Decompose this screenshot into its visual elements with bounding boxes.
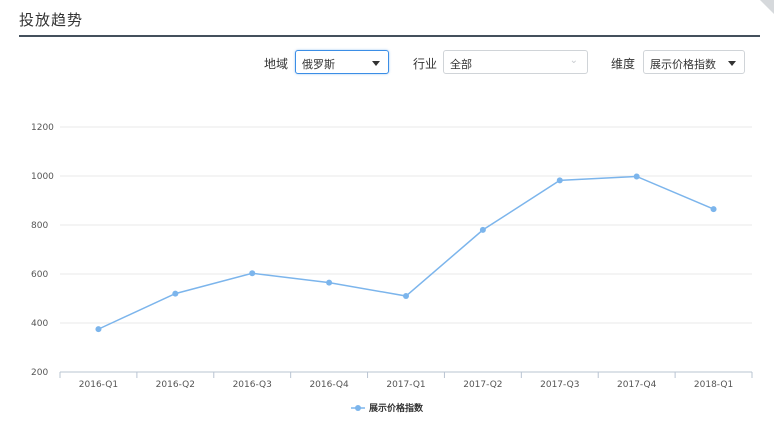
data-point (249, 270, 256, 277)
series-line (98, 175, 714, 330)
x-tick-label: 2017-Q4 (617, 380, 657, 390)
y-tick-label: 1200 (31, 123, 54, 133)
data-point (556, 177, 563, 184)
x-tick-label: 2017-Q1 (386, 380, 425, 390)
data-point (479, 226, 486, 233)
y-tick-label: 400 (31, 319, 48, 329)
x-tick-label: 2017-Q3 (540, 380, 579, 390)
x-tick-label: 2018-Q1 (694, 380, 733, 390)
x-tick-label: 2017-Q2 (463, 380, 502, 390)
legend-label: 展示价格指数 (369, 402, 424, 414)
x-tick-label: 2016-Q4 (309, 380, 349, 390)
data-point (326, 279, 333, 286)
legend-point-marker (355, 405, 361, 411)
x-tick-label: 2016-Q2 (156, 380, 195, 390)
data-point (95, 326, 102, 333)
y-tick-label: 200 (31, 368, 48, 378)
x-tick-label: 2016-Q1 (79, 380, 118, 390)
trend-line-chart: 200 400 600 800 1000 1200 2016-Q1 2016-Q2 2016-Q… (31, 123, 753, 414)
data-point (710, 206, 717, 213)
x-tick-label: 2016-Q3 (233, 380, 272, 390)
y-tick-label: 800 (31, 221, 48, 231)
y-tick-label: 600 (31, 270, 48, 280)
y-tick-label: 1000 (31, 172, 54, 182)
data-point (403, 293, 409, 300)
data-point (172, 290, 179, 297)
data-point (633, 173, 640, 180)
